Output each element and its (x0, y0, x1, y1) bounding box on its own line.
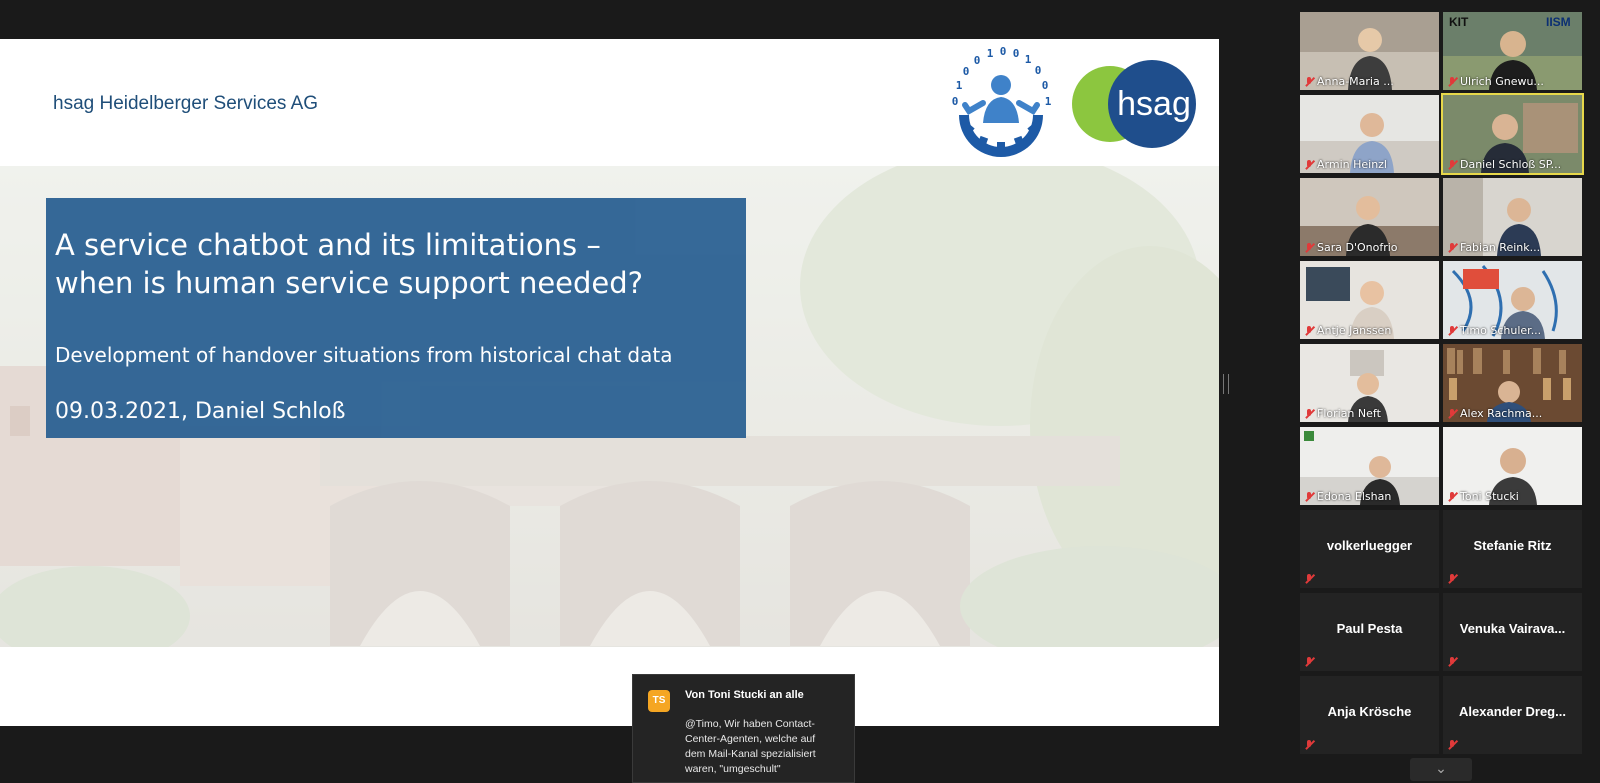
participant-name: Antje Janssen (1317, 324, 1392, 337)
participant-name: Armin Heinzl (1317, 158, 1387, 171)
participant-name: volkerluegger (1326, 538, 1413, 553)
slide-title-box: A service chatbot and its limitations – … (46, 198, 746, 438)
participant-tile[interactable]: Venuka Vairava... (1443, 593, 1582, 671)
participant-name: Stefanie Ritz (1473, 538, 1552, 553)
mic-muted-icon (1447, 657, 1457, 667)
mic-muted-icon (1304, 76, 1314, 87)
participant-name: Daniel Schloß SP... (1460, 158, 1562, 171)
svg-text:1: 1 (1025, 53, 1032, 66)
participant-tile[interactable]: Fabian Reink... (1443, 178, 1582, 256)
participant-name: Timo Schuler... (1460, 324, 1542, 337)
mic-muted-icon (1304, 408, 1314, 419)
robot-gear-logo: 010 01 0 0 10 01 (952, 45, 1052, 157)
participant-tile[interactable]: Alexander Dreg... (1443, 676, 1582, 754)
participant-name: Fabian Reink... (1460, 241, 1541, 254)
svg-text:hsag: hsag (1117, 85, 1191, 123)
participant-name: Anja Krösche (1327, 704, 1412, 719)
mic-muted-icon (1304, 242, 1314, 253)
participant-name: Alex Rachma... (1460, 407, 1543, 420)
svg-text:KIT: KIT (1449, 15, 1469, 29)
slide-subtitle: Development of handover situations from … (55, 343, 673, 367)
mic-muted-icon (1304, 159, 1314, 170)
svg-text:1: 1 (1045, 95, 1052, 108)
mic-muted-icon (1304, 325, 1314, 336)
participant-tile[interactable]: Paul Pesta (1300, 593, 1439, 671)
mic-muted-icon (1447, 242, 1457, 253)
participant-tile[interactable]: Stefanie Ritz (1443, 510, 1582, 588)
mic-muted-icon (1447, 408, 1457, 419)
mic-muted-icon (1304, 657, 1314, 667)
chat-sender-avatar: TS (648, 690, 670, 712)
mic-muted-icon (1447, 574, 1457, 584)
chat-message: @Timo, Wir haben Contact-Center-Agenten,… (685, 718, 816, 775)
svg-text:0: 0 (963, 65, 970, 78)
svg-text:0: 0 (1013, 47, 1020, 60)
shared-slide: hsag Heidelberger Services AG 010 010 01… (0, 39, 1219, 726)
svg-text:0: 0 (974, 54, 981, 67)
hsag-logo: hsag (1072, 60, 1196, 148)
participant-name: Anna-Maria ... (1317, 75, 1394, 88)
mic-muted-icon (1304, 740, 1314, 750)
mic-muted-icon (1304, 491, 1314, 502)
svg-text:0: 0 (1042, 79, 1049, 92)
participant-tile[interactable]: Edona Elshan (1300, 427, 1439, 505)
panel-splitter-handle[interactable] (1223, 374, 1229, 394)
svg-text:IISM: IISM (1546, 15, 1571, 29)
mic-muted-icon (1447, 159, 1457, 170)
svg-text:0: 0 (952, 95, 959, 108)
slide-title-line2: when is human service support needed? (55, 266, 644, 300)
gallery-scroll-down-button[interactable]: ⌄ (1410, 758, 1472, 781)
participant-tile[interactable]: Sara D'Onofrio (1300, 178, 1439, 256)
chat-notification[interactable]: TS Von Toni Stucki an alle @Timo, Wir ha… (632, 674, 855, 783)
svg-text:0: 0 (1035, 64, 1042, 77)
mic-muted-icon (1447, 76, 1457, 87)
slide-date-presenter: 09.03.2021, Daniel Schloß (55, 399, 346, 424)
mic-muted-icon (1447, 325, 1457, 336)
svg-text:1: 1 (987, 47, 994, 60)
slide-company-name: hsag Heidelberger Services AG (53, 93, 319, 114)
mic-muted-icon (1447, 740, 1457, 750)
mic-muted-icon (1304, 574, 1314, 584)
participant-tile[interactable]: Anja Krösche (1300, 676, 1439, 754)
participant-name: Ulrich Gnewu... (1460, 75, 1544, 88)
svg-text:0: 0 (1000, 45, 1007, 58)
participant-name: Sara D'Onofrio (1317, 241, 1398, 254)
participant-tile[interactable]: Antje Janssen (1300, 261, 1439, 339)
participant-name: Edona Elshan (1317, 490, 1392, 503)
participant-name: Florian Neft (1317, 407, 1381, 420)
slide-title-line1: A service chatbot and its limitations – (55, 228, 601, 262)
participant-name: Venuka Vairava... (1459, 621, 1566, 636)
participant-tile[interactable]: Anna-Maria ... (1300, 12, 1439, 90)
svg-text:1: 1 (956, 79, 963, 92)
participant-name: Paul Pesta (1336, 621, 1403, 636)
participant-tile[interactable]: Timo Schuler... (1443, 261, 1582, 339)
participant-tile-active-speaker[interactable]: Daniel Schloß SP... (1441, 93, 1584, 175)
participant-tile[interactable]: KIT IISM Ulrich Gnewu... (1443, 12, 1582, 90)
participant-tile[interactable]: Toni Stucki (1443, 427, 1582, 505)
participant-tile[interactable]: volkerluegger (1300, 510, 1439, 588)
participant-tile[interactable]: Alex Rachma... (1443, 344, 1582, 422)
chat-sender: Von Toni Stucki an alle (685, 689, 804, 701)
participant-name: Toni Stucki (1460, 490, 1519, 503)
participant-tile[interactable]: Armin Heinzl (1300, 95, 1439, 173)
chevron-down-icon: ⌄ (1435, 761, 1447, 777)
participant-name: Alexander Dreg... (1459, 704, 1566, 719)
mic-muted-icon (1447, 491, 1457, 502)
participant-tile[interactable]: Florian Neft (1300, 344, 1439, 422)
